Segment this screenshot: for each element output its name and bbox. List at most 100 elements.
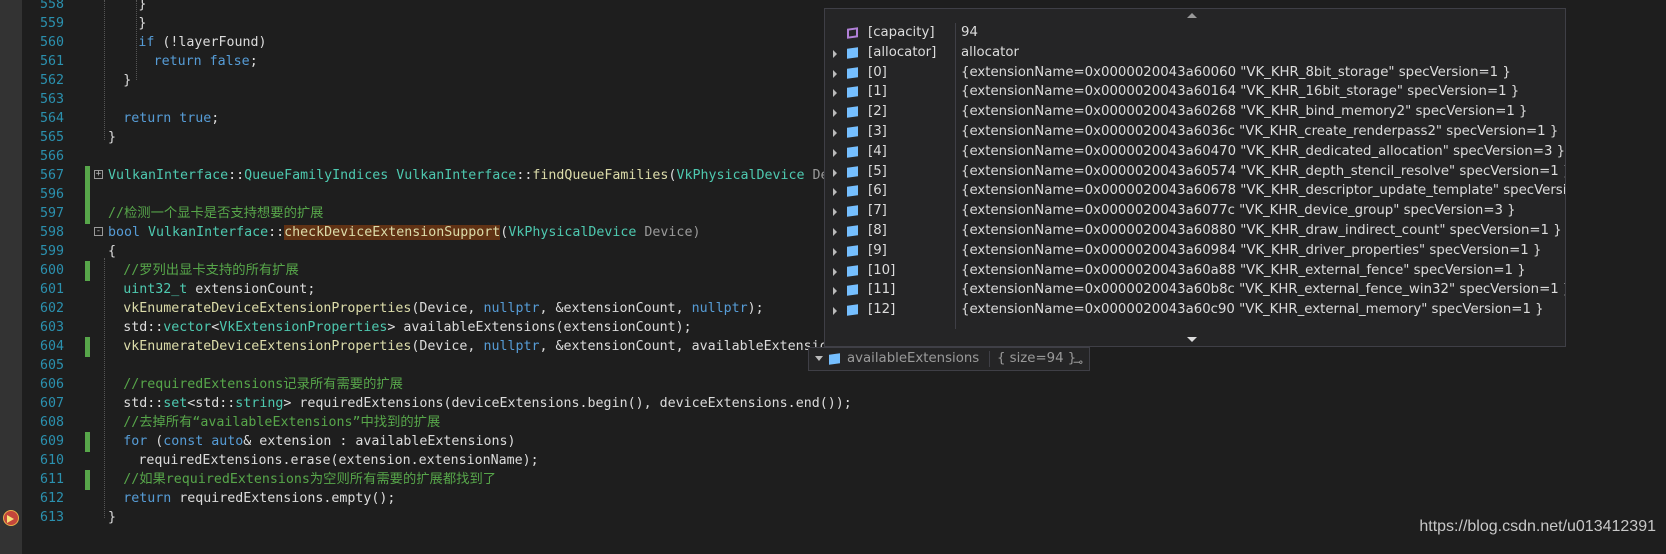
type-name: VkExtensionProperties: [219, 320, 388, 335]
expand-icon[interactable]: [833, 287, 837, 296]
watch-row[interactable]: [4] {extensionName=0x0000020043a60470 "VK…: [825, 142, 1565, 162]
line-number: 610: [39, 453, 64, 468]
watch-name: [1]: [868, 84, 887, 100]
watch-name: [11]: [868, 282, 896, 298]
line-number: 607: [39, 396, 64, 411]
expand-icon[interactable]: [833, 129, 837, 137]
expand-icon[interactable]: [833, 168, 837, 177]
line-number: 604: [39, 339, 64, 354]
watch-value: {extensionName=0x0000020043a60268 "VK_KH…: [961, 104, 1528, 120]
watch-row[interactable]: [6] {extensionName=0x0000020043a60678 "VK…: [825, 181, 1565, 201]
expand-icon[interactable]: [833, 307, 837, 316]
collapse-icon[interactable]: [815, 356, 823, 361]
watch-name: [capacity]: [868, 25, 935, 40]
scope-op: ::: [516, 168, 533, 183]
watch-row[interactable]: [5] {extensionName=0x0000020043a60574 "VK…: [825, 162, 1565, 182]
watch-row[interactable]: [7] {extensionName=0x0000020043a6077c "VK…: [825, 201, 1565, 221]
change-marker: [85, 128, 90, 148]
expand-icon[interactable]: [833, 247, 837, 256]
code-text: }: [123, 71, 131, 91]
watch-row[interactable]: [3] {extensionName=0x0000020043a6036c "VK…: [825, 122, 1565, 142]
line-number: 565: [39, 130, 64, 145]
fold-toggle-icon[interactable]: +: [94, 170, 103, 179]
code-comment: //检测一个显卡是否支持想要的扩展: [108, 206, 324, 221]
code-token: (!layerFound): [154, 35, 267, 50]
expand-icon[interactable]: [833, 228, 837, 236]
watch-row[interactable]: [11] {extensionName=0x0000020043a60b8c "V…: [825, 280, 1565, 300]
watch-row[interactable]: [12] {extensionName=0x0000020043a60c90 "V…: [825, 300, 1565, 320]
expand-icon[interactable]: [833, 208, 837, 217]
expand-icon[interactable]: [833, 267, 837, 276]
type-name: QueueFamilyIndices: [244, 168, 389, 183]
expand-icon[interactable]: [833, 49, 837, 58]
code-text: for (const auto& extension : availableEx…: [123, 432, 515, 452]
pin-icon[interactable]: ⊸: [1073, 351, 1083, 373]
watch-row[interactable]: [10] {extensionName=0x0000020043a60a88 "V…: [825, 261, 1565, 281]
watch-row[interactable]: [2] {extensionName=0x0000020043a60268 "VK…: [825, 102, 1565, 122]
scroll-down-icon[interactable]: [1187, 337, 1197, 342]
change-marker: [85, 337, 90, 357]
function-name: vkEnumerateDeviceExtensionProperties: [123, 339, 412, 354]
watch-name: [7]: [868, 203, 887, 219]
line-number: 596: [39, 187, 64, 202]
change-marker: [85, 432, 90, 452]
code-line[interactable]: 607 std::set<std::string> requiredExtensi…: [22, 394, 1666, 414]
field-icon: [847, 86, 858, 99]
watch-value: {extensionName=0x0000020043a60470 "VK_KH…: [961, 143, 1566, 159]
expand-icon[interactable]: [833, 89, 837, 98]
code-comment: //罗列出显卡支持的所有扩展: [123, 263, 299, 278]
watch-row[interactable]: [allocator] allocator: [825, 43, 1565, 63]
watch-row[interactable]: [8] {extensionName=0x0000020043a60880 "VK…: [825, 221, 1565, 241]
change-marker: [85, 71, 90, 91]
code-text: if (!layerFound): [138, 33, 266, 53]
keyword: nullptr: [483, 339, 540, 354]
code-line[interactable]: 608 //去掉所有“availableExtensions”中找到的扩展: [22, 413, 1666, 433]
watch-value: {extensionName=0x0000020043a60060 "VK_KH…: [961, 64, 1511, 80]
code-text: }: [138, 14, 146, 34]
expand-icon[interactable]: [833, 188, 837, 197]
code-token: std::: [123, 396, 164, 411]
breakpoint-gutter[interactable]: [0, 0, 22, 554]
change-marker: [85, 109, 90, 129]
watch-row[interactable]: [0] {extensionName=0x0000020043a60060 "VK…: [825, 63, 1565, 83]
code-line[interactable]: 612 return requiredExtensions.empty();: [22, 489, 1666, 509]
code-text: //如果requiredExtensions为空则所有需要的扩展都找到了: [123, 470, 496, 490]
watch-value: {extensionName=0x0000020043a60984 "VK_KH…: [961, 242, 1542, 258]
field-icon: [847, 66, 858, 79]
line-number: 611: [39, 472, 64, 487]
watch-row[interactable]: [1] {extensionName=0x0000020043a60164 "VK…: [825, 82, 1565, 102]
fold-toggle-icon[interactable]: -: [94, 227, 103, 236]
watch-value: {extensionName=0x0000020043a6036c "VK_KH…: [961, 124, 1559, 139]
code-token: std::: [123, 320, 164, 335]
watch-name: [9]: [868, 242, 887, 258]
line-number: 559: [39, 16, 64, 31]
data-tip[interactable]: availableExtensions { size=94 } ⊸: [808, 347, 1090, 371]
field-icon: [847, 106, 858, 118]
scroll-up-icon[interactable]: [1187, 13, 1197, 18]
code-line[interactable]: 611 //如果requiredExtensions为空则所有需要的扩展都找到了: [22, 470, 1666, 490]
code-text: vkEnumerateDeviceExtensionProperties(Dev…: [123, 337, 860, 357]
watch-value: {extensionName=0x0000020043a60678 "VK_KH…: [961, 183, 1566, 199]
code-line[interactable]: 610 requiredExtensions.erase(extension.ex…: [22, 451, 1666, 471]
watermark: https://blog.csdn.net/u013412391: [1419, 518, 1656, 535]
code-token: > requiredExtensions(deviceExtensions.be…: [283, 396, 852, 411]
change-marker: [85, 375, 90, 395]
function-name: findQueueFamilies: [532, 168, 669, 183]
code-token: (Device,: [411, 301, 484, 316]
line-number: 600: [39, 263, 64, 278]
watch-tooltip[interactable]: [capacity] 94 [allocator] allocator [0] {exte…: [824, 8, 1566, 347]
field-icon: [847, 284, 858, 297]
watch-row[interactable]: [9] {extensionName=0x0000020043a60984 "VK…: [825, 241, 1565, 261]
line-number: 564: [39, 111, 64, 126]
code-text: requiredExtensions.erase(extension.exten…: [138, 451, 538, 471]
watch-row[interactable]: [capacity] 94: [825, 23, 1565, 43]
code-line[interactable]: 606 //requiredExtensions记录所有需要的扩展: [22, 375, 1666, 395]
expand-icon[interactable]: [833, 148, 837, 157]
code-line[interactable]: 609 for (const auto& extension : availabl…: [22, 432, 1666, 452]
line-number: 598: [39, 225, 64, 240]
code-token: }: [108, 130, 117, 145]
expand-icon[interactable]: [833, 69, 837, 78]
current-statement-breakpoint-icon[interactable]: [3, 510, 19, 526]
change-marker: [85, 413, 90, 433]
expand-icon[interactable]: [833, 109, 837, 118]
